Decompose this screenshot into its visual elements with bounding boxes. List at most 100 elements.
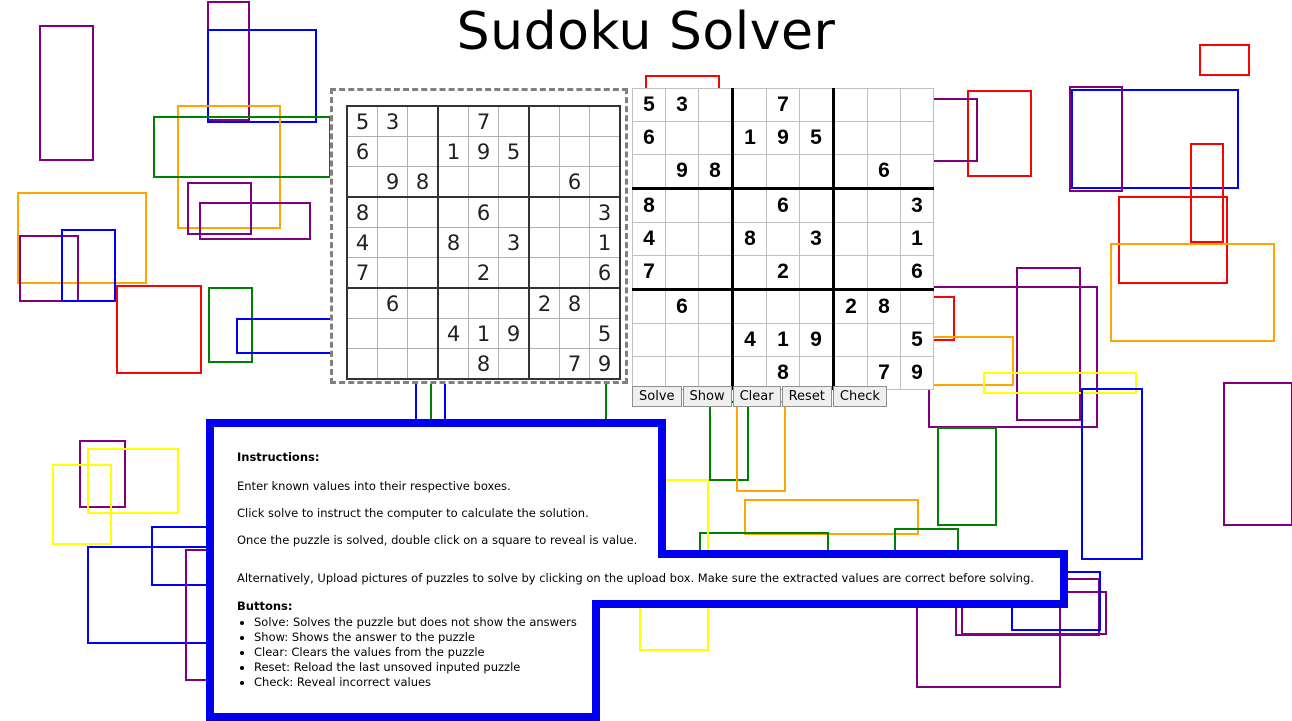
sudoku-cell[interactable] [665, 255, 699, 291]
sudoku-cell[interactable]: 2 [833, 289, 868, 324]
sudoku-cell[interactable]: 6 [632, 121, 666, 155]
sudoku-cell[interactable]: 6 [900, 255, 934, 291]
sudoku-cell[interactable]: 9 [665, 154, 699, 190]
sudoku-cell[interactable] [833, 188, 868, 223]
buttons-heading: Buttons: [237, 599, 293, 613]
sudoku-cell[interactable]: 5 [900, 323, 934, 357]
sudoku-cell[interactable] [632, 356, 666, 390]
sudoku-cell[interactable] [632, 289, 666, 324]
sudoku-cell[interactable]: 9 [799, 323, 835, 357]
sudoku-cell[interactable] [799, 154, 835, 190]
sudoku-cell[interactable]: 8 [867, 289, 901, 324]
sudoku-cell[interactable]: 6 [665, 289, 699, 324]
check-button[interactable]: Check [832, 386, 887, 407]
sudoku-cell[interactable]: 4 [632, 222, 666, 256]
sudoku-cell[interactable] [732, 255, 767, 291]
sudoku-cell[interactable]: 8 [632, 188, 666, 223]
sudoku-cell[interactable]: 6 [766, 188, 800, 223]
sudoku-cell[interactable]: 9 [766, 121, 800, 155]
sudoku-cell[interactable]: 6 [867, 154, 901, 190]
sudoku-cell[interactable] [698, 323, 734, 357]
uploaded-puzzle-image: 537619598686348317266284195879 [346, 105, 621, 380]
sudoku-cell[interactable]: 3 [900, 188, 934, 223]
sudoku-cell[interactable]: 3 [665, 88, 699, 122]
sudoku-cell[interactable] [799, 188, 835, 223]
sudoku-cell[interactable] [900, 121, 934, 155]
sudoku-cell[interactable] [766, 154, 800, 190]
sudoku-cell[interactable] [766, 222, 800, 256]
sudoku-cell[interactable] [833, 255, 868, 291]
sudoku-cell[interactable] [632, 323, 666, 357]
button-help-item: Clear: Clears the values from the puzzle [254, 645, 577, 660]
sudoku-cell[interactable] [665, 188, 699, 223]
sudoku-cell[interactable]: 8 [766, 356, 800, 390]
sudoku-cell[interactable] [698, 222, 734, 256]
sudoku-cell[interactable] [698, 356, 734, 390]
sudoku-cell[interactable]: 9 [900, 356, 934, 390]
grid-row: 53 7 [632, 88, 934, 122]
sudoku-cell[interactable] [698, 188, 734, 223]
sudoku-cell[interactable] [665, 121, 699, 155]
sudoku-cell[interactable]: 1 [900, 222, 934, 256]
sudoku-cell[interactable] [698, 121, 734, 155]
grid-row: 8 6 3 [632, 188, 934, 223]
sudoku-cell[interactable] [799, 289, 835, 324]
sudoku-cell[interactable]: 7 [632, 255, 666, 291]
sudoku-cell[interactable] [799, 255, 835, 291]
sudoku-cell[interactable] [900, 289, 934, 324]
sudoku-cell[interactable] [665, 356, 699, 390]
sudoku-cell[interactable] [833, 323, 868, 357]
sudoku-cell[interactable]: 1 [732, 121, 767, 155]
sudoku-cell[interactable]: 3 [799, 222, 835, 256]
sudoku-cell[interactable]: 2 [766, 255, 800, 291]
sudoku-cell[interactable]: 5 [632, 88, 666, 122]
sudoku-cell[interactable]: 8 [732, 222, 767, 256]
sudoku-cell[interactable]: 4 [732, 323, 767, 357]
sudoku-cell[interactable] [867, 255, 901, 291]
sudoku-cell[interactable] [732, 289, 767, 324]
image-cell [589, 166, 621, 198]
sudoku-cell[interactable] [833, 222, 868, 256]
sudoku-cell[interactable] [732, 188, 767, 223]
sudoku-cell[interactable]: 5 [799, 121, 835, 155]
sudoku-cell[interactable] [867, 88, 901, 122]
sudoku-cell[interactable] [867, 188, 901, 223]
upload-box[interactable]: 537619598686348317266284195879 [330, 88, 628, 384]
grid-row: 8 6 3 [346, 196, 621, 228]
sudoku-cell[interactable] [665, 323, 699, 357]
sudoku-cell[interactable] [632, 154, 666, 190]
image-cell [498, 196, 530, 228]
sudoku-cell[interactable] [867, 222, 901, 256]
sudoku-cell[interactable] [833, 88, 868, 122]
sudoku-cell[interactable] [867, 323, 901, 357]
sudoku-cell[interactable] [833, 154, 868, 190]
image-cell [528, 318, 560, 349]
sudoku-cell[interactable] [833, 121, 868, 155]
sudoku-cell[interactable] [665, 222, 699, 256]
sudoku-cell[interactable] [698, 255, 734, 291]
sudoku-cell[interactable] [900, 88, 934, 122]
sudoku-cell[interactable]: 8 [698, 154, 734, 190]
sudoku-cell[interactable] [766, 289, 800, 324]
sudoku-cell[interactable] [833, 356, 868, 390]
sudoku-cell[interactable] [900, 154, 934, 190]
solve-button[interactable]: Solve [632, 386, 682, 407]
image-cell [407, 105, 439, 137]
sudoku-cell[interactable] [799, 356, 835, 390]
sudoku-cell[interactable] [867, 121, 901, 155]
image-cell [407, 318, 439, 349]
sudoku-cell[interactable] [732, 88, 767, 122]
sudoku-cell[interactable] [732, 154, 767, 190]
sudoku-cell[interactable]: 7 [766, 88, 800, 122]
sudoku-cell[interactable] [732, 356, 767, 390]
show-button[interactable]: Show [682, 386, 732, 407]
sudoku-cell[interactable] [698, 88, 734, 122]
sudoku-cell[interactable] [799, 88, 835, 122]
reset-button[interactable]: Reset [781, 386, 832, 407]
sudoku-cell[interactable]: 7 [867, 356, 901, 390]
clear-button[interactable]: Clear [732, 386, 781, 407]
image-cell [528, 227, 560, 258]
image-cell [559, 257, 590, 289]
sudoku-cell[interactable]: 1 [766, 323, 800, 357]
sudoku-cell[interactable] [698, 289, 734, 324]
